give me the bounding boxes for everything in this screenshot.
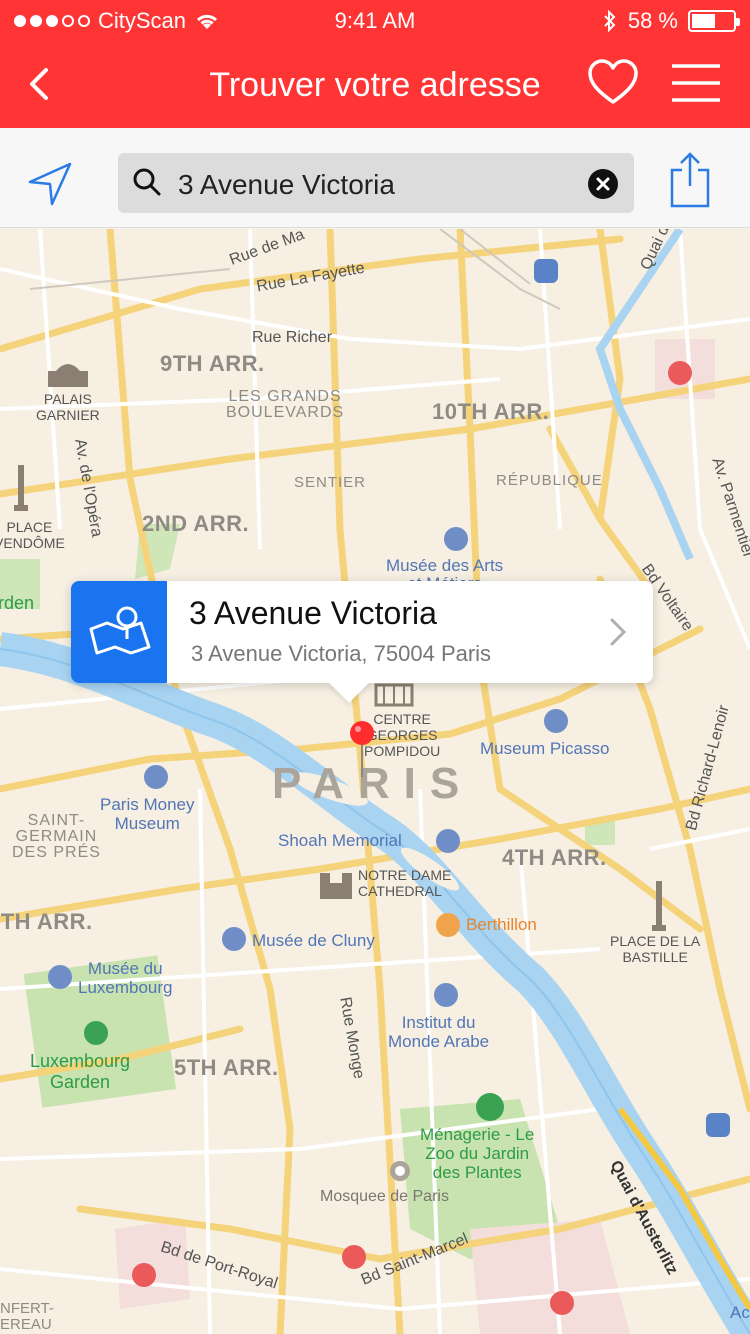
district-label: 6TH ARR. — [0, 909, 93, 934]
museum-icon[interactable] — [444, 527, 468, 551]
column-landmark-icon — [14, 465, 28, 511]
hospital-icon[interactable] — [668, 361, 692, 385]
location-arrow-icon[interactable] — [24, 158, 76, 210]
museum-icon[interactable] — [48, 965, 72, 989]
callout-badge — [71, 581, 167, 683]
neighborhood-label: LES GRANDS BOULEVARDS — [226, 388, 345, 421]
search-input[interactable]: 3 Avenue Victoria — [118, 153, 634, 213]
neighborhood-label: SAINT- GERMAIN DES PRÉS — [12, 812, 101, 861]
poi-label[interactable]: Mosquee de Paris — [320, 1188, 449, 1206]
poi-label[interactable]: Ménagerie - Le Zoo du Jardin des Plantes — [420, 1125, 534, 1182]
cathedral-landmark-icon — [320, 873, 352, 899]
museum-icon[interactable] — [434, 983, 458, 1007]
heart-icon[interactable] — [586, 58, 640, 108]
hospital-icon[interactable] — [342, 1245, 366, 1269]
train-station-icon[interactable] — [534, 259, 558, 283]
share-icon[interactable] — [668, 152, 712, 210]
poi-label[interactable]: Luxembourg Garden — [30, 1051, 130, 1093]
poi-label[interactable]: Musée du Luxembourg — [78, 959, 173, 997]
search-value: 3 Avenue Victoria — [178, 169, 395, 200]
battery-percent: 58 % — [627, 8, 678, 33]
poi-label[interactable]: Museum Picasso — [480, 739, 609, 759]
app-header: CityScan 9:41 AM 58 % Trouver votre adre… — [0, 0, 750, 128]
clear-search-button[interactable] — [588, 169, 618, 199]
district-label: 10TH ARR. — [432, 399, 550, 424]
hospital-icon[interactable] — [550, 1291, 574, 1315]
address-callout[interactable]: 3 Avenue Victoria 3 Avenue Victoria, 750… — [71, 581, 653, 703]
location-pin-icon[interactable] — [348, 719, 376, 779]
district-label: 2ND ARR. — [142, 511, 250, 536]
column-landmark-icon — [652, 881, 666, 931]
poi-label: rden — [0, 593, 35, 613]
landmark-label: PLACE VENDÔME — [0, 519, 65, 551]
search-icon — [133, 168, 161, 196]
museum-icon[interactable] — [222, 927, 246, 951]
pompidou-landmark-icon — [374, 683, 414, 707]
landmark-label: NOTRE DAME CATHEDRAL — [358, 867, 452, 899]
callout-title: 3 Avenue Victoria — [189, 595, 437, 631]
bluetooth-icon — [604, 9, 616, 33]
poi-label: Ac — [730, 1303, 750, 1322]
park-icon[interactable] — [84, 1021, 108, 1045]
museum-icon[interactable] — [544, 709, 568, 733]
poi-label[interactable]: Berthillon — [466, 915, 537, 935]
poi-label[interactable]: Institut du Monde Arabe — [388, 1013, 489, 1051]
map-view[interactable]: Rue de Ma Rue La Fayette Rue Richer Av. … — [0, 229, 750, 1334]
chevron-right-icon[interactable] — [609, 617, 627, 647]
neighborhood-label: NFERT- EREAU — [0, 1300, 54, 1333]
landmark-label: PALAIS GARNIER — [36, 391, 100, 423]
place-of-worship-icon[interactable] — [390, 1161, 410, 1181]
poi-label[interactable]: Shoah Memorial — [278, 831, 402, 851]
neighborhood-label: RÉPUBLIQUE — [496, 472, 603, 489]
opera-landmark-icon — [48, 364, 88, 387]
district-label: 5TH ARR. — [174, 1055, 279, 1080]
callout-subtitle: 3 Avenue Victoria, 75004 Paris — [191, 641, 492, 666]
poi-label[interactable]: Musée de Cluny — [252, 931, 375, 951]
district-label: 4TH ARR. — [502, 845, 607, 870]
museum-icon[interactable] — [144, 765, 168, 789]
battery-icon — [688, 10, 740, 32]
close-icon — [596, 177, 610, 191]
poi-label[interactable]: Paris Money Museum — [100, 795, 194, 833]
nav-bar: Trouver votre adresse — [0, 40, 750, 128]
street-label: Rue Richer — [252, 329, 333, 346]
museum-icon[interactable] — [436, 829, 460, 853]
hamburger-menu-icon[interactable] — [668, 62, 724, 104]
map-pin-icon — [89, 606, 151, 655]
status-bar: CityScan 9:41 AM 58 % — [0, 0, 750, 40]
search-toolbar: 3 Avenue Victoria — [0, 128, 750, 228]
page-title: Trouver votre adresse — [209, 66, 541, 104]
neighborhood-label: SENTIER — [294, 474, 367, 491]
back-chevron-icon[interactable] — [20, 60, 60, 108]
district-label: 9TH ARR. — [160, 351, 265, 376]
train-station-icon[interactable] — [706, 1113, 730, 1137]
zoo-icon[interactable] — [476, 1093, 504, 1121]
status-right: 58 % — [602, 8, 740, 34]
hospital-icon[interactable] — [132, 1263, 156, 1287]
landmark-label: PLACE DE LA BASTILLE — [610, 933, 701, 965]
ice-cream-icon[interactable] — [436, 913, 460, 937]
